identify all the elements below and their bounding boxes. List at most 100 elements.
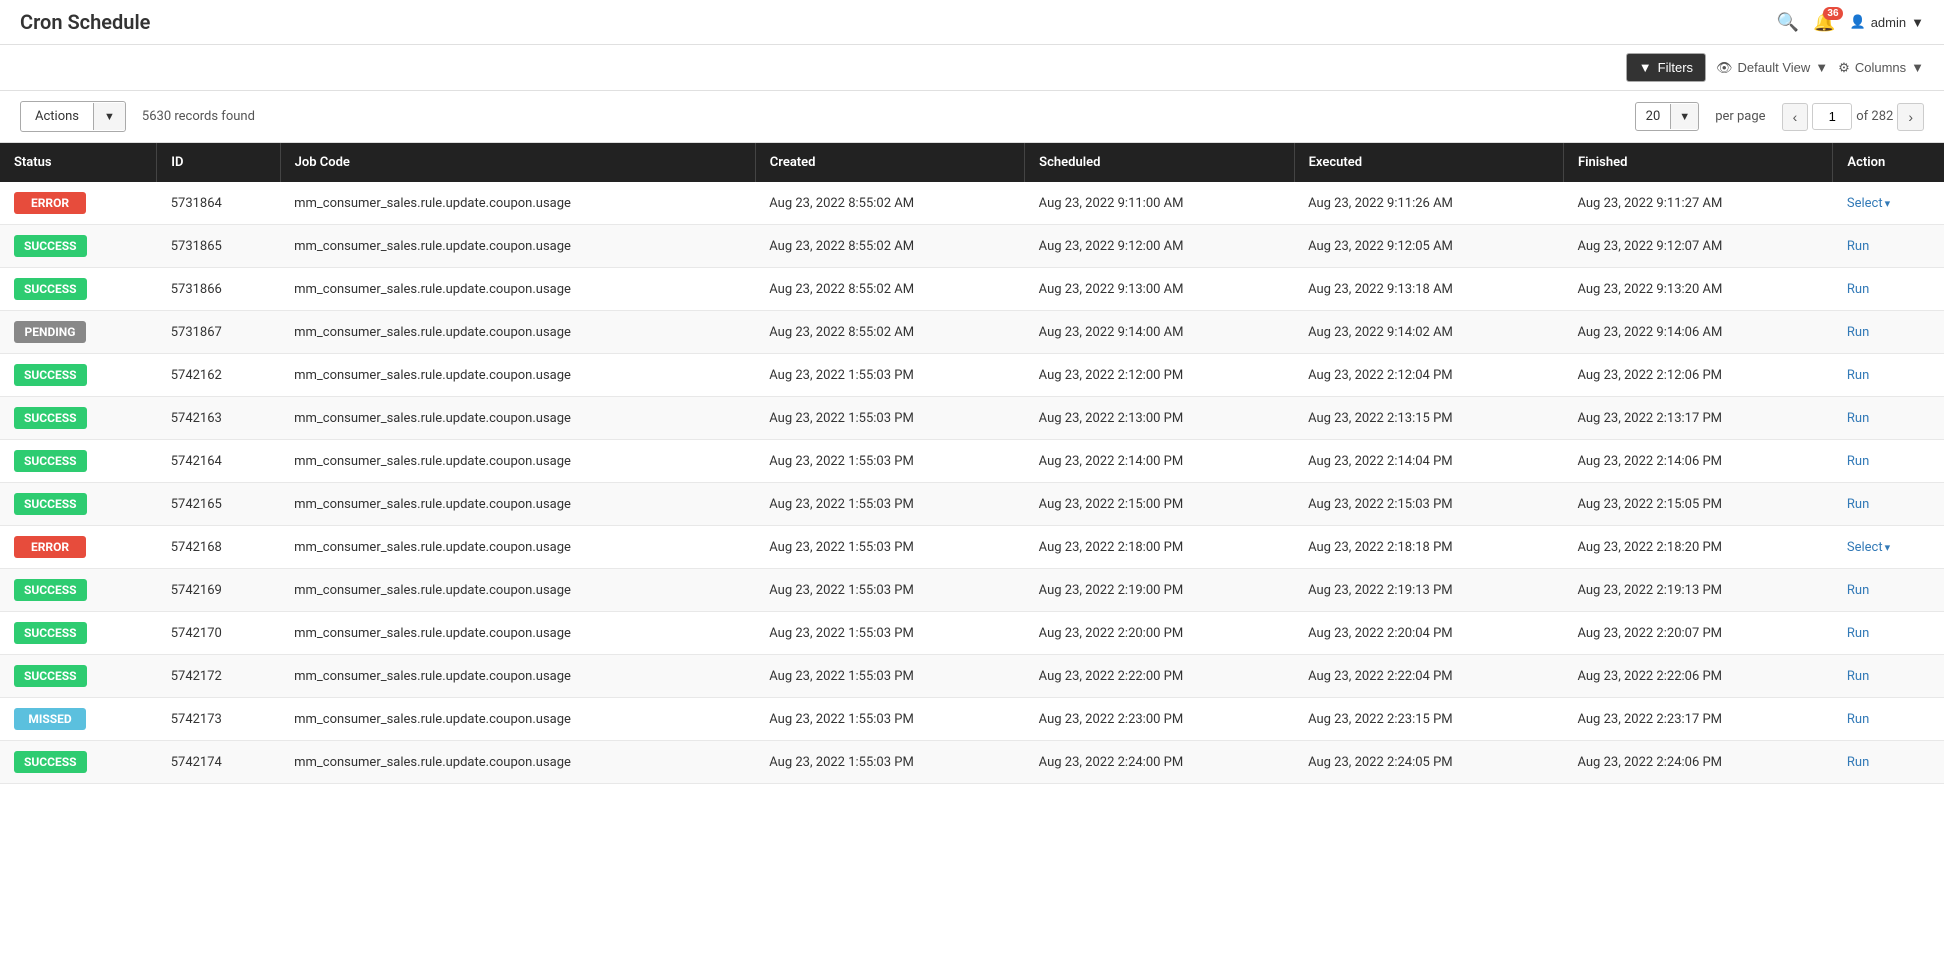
cell-finished: Aug 23, 2022 9:13:20 AM <box>1563 268 1832 311</box>
cell-job-code: mm_consumer_sales.rule.update.coupon.usa… <box>280 182 755 225</box>
cell-job-code: mm_consumer_sales.rule.update.coupon.usa… <box>280 526 755 569</box>
per-page-dropdown[interactable]: 20 ▼ <box>1635 102 1700 131</box>
actions-dropdown[interactable]: Actions ▼ <box>20 101 126 132</box>
table-container: Status ID Job Code Created Scheduled Exe… <box>0 143 1944 784</box>
cell-job-code: mm_consumer_sales.rule.update.coupon.usa… <box>280 483 755 526</box>
cell-action[interactable]: Select ▾ <box>1833 182 1944 225</box>
table-row: ERROR5731864mm_consumer_sales.rule.updat… <box>0 182 1944 225</box>
cell-status: SUCCESS <box>0 569 157 612</box>
table-row: SUCCESS5742163mm_consumer_sales.rule.upd… <box>0 397 1944 440</box>
run-action-link[interactable]: Run <box>1847 239 1869 254</box>
cell-executed: Aug 23, 2022 2:13:15 PM <box>1294 397 1563 440</box>
cell-executed: Aug 23, 2022 9:13:18 AM <box>1294 268 1563 311</box>
cell-status: SUCCESS <box>0 440 157 483</box>
cell-action[interactable]: Run <box>1833 483 1944 526</box>
status-badge: SUCCESS <box>14 665 87 687</box>
page-number-input[interactable] <box>1812 103 1852 130</box>
cell-status: SUCCESS <box>0 225 157 268</box>
filters-button[interactable]: ▼ Filters <box>1626 53 1706 82</box>
cell-executed: Aug 23, 2022 9:14:02 AM <box>1294 311 1563 354</box>
cell-action[interactable]: Run <box>1833 698 1944 741</box>
cell-id: 5742165 <box>157 483 280 526</box>
cell-created: Aug 23, 2022 8:55:02 AM <box>755 225 1024 268</box>
run-action-link[interactable]: Run <box>1847 325 1869 340</box>
cell-action[interactable]: Run <box>1833 354 1944 397</box>
cell-created: Aug 23, 2022 8:55:02 AM <box>755 182 1024 225</box>
cell-id: 5731865 <box>157 225 280 268</box>
cell-job-code: mm_consumer_sales.rule.update.coupon.usa… <box>280 311 755 354</box>
cell-job-code: mm_consumer_sales.rule.update.coupon.usa… <box>280 354 755 397</box>
cell-action[interactable]: Run <box>1833 440 1944 483</box>
run-action-link[interactable]: Run <box>1847 497 1869 512</box>
cell-action[interactable]: Run <box>1833 397 1944 440</box>
cell-finished: Aug 23, 2022 9:14:06 AM <box>1563 311 1832 354</box>
run-action-link[interactable]: Run <box>1847 282 1869 297</box>
run-action-link[interactable]: Run <box>1847 583 1869 598</box>
view-button[interactable]: 👁 Default View ▼ <box>1716 60 1828 76</box>
cell-scheduled: Aug 23, 2022 2:14:00 PM <box>1025 440 1294 483</box>
notifications-button[interactable]: 🔔 36 <box>1813 12 1835 33</box>
cell-id: 5742162 <box>157 354 280 397</box>
col-action: Action <box>1833 143 1944 182</box>
status-badge: SUCCESS <box>14 235 87 257</box>
cell-action[interactable]: Run <box>1833 569 1944 612</box>
run-action-link[interactable]: Run <box>1847 712 1869 727</box>
cell-action[interactable]: Run <box>1833 741 1944 784</box>
header-row: Status ID Job Code Created Scheduled Exe… <box>0 143 1944 182</box>
top-bar-right: 🔍 🔔 36 👤 admin ▼ <box>1777 12 1924 33</box>
cell-id: 5742170 <box>157 612 280 655</box>
table-row: SUCCESS5731866mm_consumer_sales.rule.upd… <box>0 268 1944 311</box>
cell-id: 5731864 <box>157 182 280 225</box>
cell-scheduled: Aug 23, 2022 2:23:00 PM <box>1025 698 1294 741</box>
cell-action[interactable]: Run <box>1833 612 1944 655</box>
cell-action[interactable]: Run <box>1833 225 1944 268</box>
cell-action[interactable]: Run <box>1833 655 1944 698</box>
cell-finished: Aug 23, 2022 2:13:17 PM <box>1563 397 1832 440</box>
actions-arrow-icon[interactable]: ▼ <box>93 103 125 130</box>
cell-scheduled: Aug 23, 2022 2:22:00 PM <box>1025 655 1294 698</box>
run-action-link[interactable]: Run <box>1847 755 1869 770</box>
page-title: Cron Schedule <box>20 10 150 34</box>
cell-id: 5742164 <box>157 440 280 483</box>
cell-finished: Aug 23, 2022 2:20:07 PM <box>1563 612 1832 655</box>
status-badge: SUCCESS <box>14 278 87 300</box>
cell-finished: Aug 23, 2022 2:14:06 PM <box>1563 440 1832 483</box>
run-action-link[interactable]: Run <box>1847 411 1869 426</box>
controls-right: 20 ▼ per page ‹ of 282 › <box>1635 102 1924 131</box>
status-badge: SUCCESS <box>14 579 87 601</box>
run-action-link[interactable]: Run <box>1847 454 1869 469</box>
cell-executed: Aug 23, 2022 2:20:04 PM <box>1294 612 1563 655</box>
table-row: PENDING5731867mm_consumer_sales.rule.upd… <box>0 311 1944 354</box>
table-row: ERROR5742168mm_consumer_sales.rule.updat… <box>0 526 1944 569</box>
next-page-button[interactable]: › <box>1897 103 1924 131</box>
status-badge: ERROR <box>14 536 86 558</box>
status-badge: SUCCESS <box>14 622 87 644</box>
cell-id: 5742173 <box>157 698 280 741</box>
run-action-link[interactable]: Run <box>1847 669 1869 684</box>
col-job-code: Job Code <box>280 143 755 182</box>
columns-button[interactable]: ⚙ Columns ▼ <box>1838 60 1924 76</box>
cell-action[interactable]: Run <box>1833 268 1944 311</box>
run-action-link[interactable]: Run <box>1847 626 1869 641</box>
select-action-link[interactable]: Select <box>1847 196 1883 211</box>
table-body: ERROR5731864mm_consumer_sales.rule.updat… <box>0 182 1944 784</box>
view-label: Default View <box>1738 60 1811 75</box>
cell-status: SUCCESS <box>0 483 157 526</box>
user-icon: 👤 <box>1850 14 1866 30</box>
top-bar: Cron Schedule 🔍 🔔 36 👤 admin ▼ <box>0 0 1944 45</box>
cell-job-code: mm_consumer_sales.rule.update.coupon.usa… <box>280 569 755 612</box>
select-action-link[interactable]: Select <box>1847 540 1883 555</box>
cell-job-code: mm_consumer_sales.rule.update.coupon.usa… <box>280 397 755 440</box>
per-page-arrow-icon[interactable]: ▼ <box>1670 104 1698 129</box>
cell-action[interactable]: Run <box>1833 311 1944 354</box>
cell-action[interactable]: Select ▾ <box>1833 526 1944 569</box>
cell-finished: Aug 23, 2022 2:18:20 PM <box>1563 526 1832 569</box>
cell-id: 5731867 <box>157 311 280 354</box>
run-action-link[interactable]: Run <box>1847 368 1869 383</box>
search-button[interactable]: 🔍 <box>1777 12 1799 33</box>
table-row: SUCCESS5742172mm_consumer_sales.rule.upd… <box>0 655 1944 698</box>
cell-executed: Aug 23, 2022 2:14:04 PM <box>1294 440 1563 483</box>
user-menu-button[interactable]: 👤 admin ▼ <box>1850 14 1924 30</box>
prev-page-button[interactable]: ‹ <box>1782 103 1809 131</box>
cell-executed: Aug 23, 2022 2:22:04 PM <box>1294 655 1563 698</box>
